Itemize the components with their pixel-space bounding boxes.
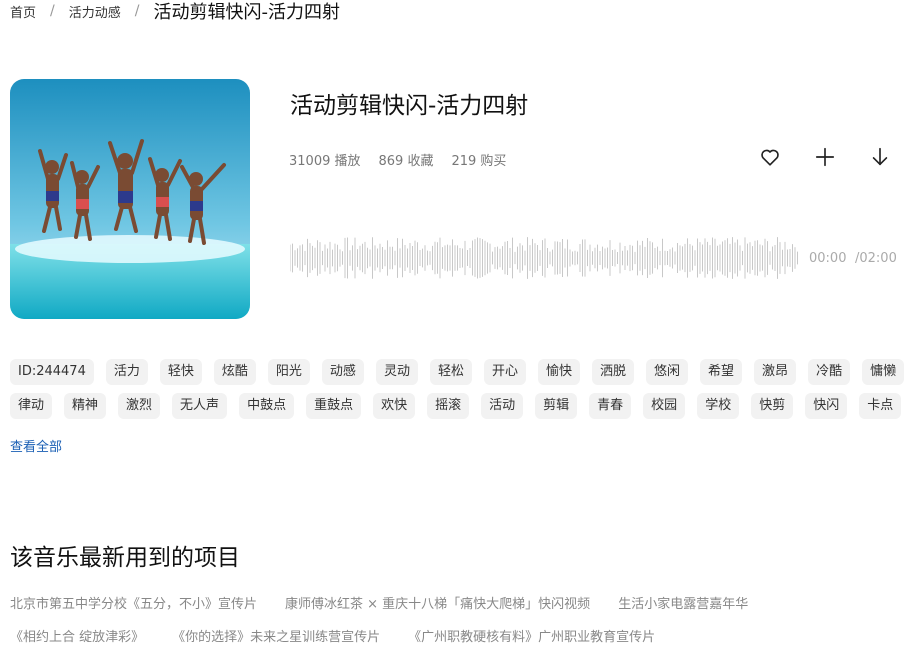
tag-chip[interactable]: 精神 [64,393,107,419]
total-time: /02:00 [855,251,897,266]
tag-chip[interactable]: 欢快 [373,393,416,419]
project-link[interactable]: 康师傅冰红茶 × 重庆十八梯「痛快大爬梯」快闪视频 [285,596,590,614]
project-list: 北京市第五中学分校《五分，不小》宣传片 康师傅冰红茶 × 重庆十八梯「痛快大爬梯」… [10,596,910,647]
project-link[interactable]: 生活小家电露营嘉年华 [618,596,748,614]
project-link[interactable]: 《相约上合 绽放津彩》 [10,629,144,647]
tag-chip[interactable]: 悠闲 [646,359,689,385]
tag-chip[interactable]: 阳光 [267,359,310,385]
download-arrow-icon [872,147,888,166]
track-actions [758,145,892,169]
plus-icon [815,147,835,167]
tag-chip[interactable]: 冷酷 [808,359,851,385]
tag-chip[interactable]: 快闪 [805,393,848,419]
play-count: 31009 播放 [289,154,361,169]
project-link[interactable]: 《广州职教硬核有料》广州职业教育宣传片 [408,629,655,647]
project-link[interactable]: 《你的选择》未来之星训练营宣传片 [172,629,380,647]
tag-chip[interactable]: 青春 [589,393,632,419]
tag-chip[interactable]: 炫酷 [213,359,256,385]
tag-chip[interactable]: 快剪 [751,393,794,419]
tag-chip[interactable]: 无人声 [172,393,228,419]
breadcrumb-home[interactable]: 首页 [10,2,36,21]
breadcrumb: 首页 / 活力动感 / 活动剪辑快闪-活力四射 [10,0,340,23]
tag-chip[interactable]: 轻松 [429,359,472,385]
tag-chip[interactable]: 律动 [10,393,53,419]
cover-image [10,79,250,319]
tag-chip[interactable]: 轻快 [159,359,202,385]
tag-list: ID:244474 活力 轻快 炫酷 阳光 动感 灵动 轻松 开心 愉快 洒脱 悠闲 希望 激昂 冷酷 慵懒律… [10,359,910,419]
tag-chip[interactable]: 中鼓点 [239,393,295,419]
tag-chip[interactable]: 剪辑 [535,393,578,419]
favorite-count: 869 收藏 [378,154,434,169]
tag-chip[interactable]: 灵动 [375,359,418,385]
tag-chip[interactable]: 校园 [643,393,686,419]
breadcrumb-current: 活动剪辑快闪-活力四射 [153,2,340,23]
like-button[interactable] [758,145,782,169]
breadcrumb-separator: / [50,3,55,19]
track-title: 活动剪辑快闪-活力四射 [290,93,529,119]
tag-chip[interactable]: 开心 [483,359,526,385]
purchase-count: 219 购买 [451,154,507,169]
track-stats: 31009 播放 869 收藏 219 购买 [289,150,506,169]
download-button[interactable] [868,145,892,169]
tag-chip[interactable]: 卡点 [859,393,902,419]
breadcrumb-category[interactable]: 活力动感 [69,2,121,21]
tag-chip[interactable]: 活动 [481,393,524,419]
projects-section-title: 该音乐最新用到的项目 [10,545,240,571]
tag-chip[interactable]: 学校 [697,393,740,419]
tag-chip[interactable]: 活力 [105,359,148,385]
tag-chip[interactable]: 激烈 [118,393,161,419]
audio-waveform[interactable] [290,236,800,280]
current-time: 00:00 [809,251,847,266]
tag-chip[interactable]: 动感 [321,359,364,385]
tag-chip[interactable]: 希望 [700,359,743,385]
tag-chip[interactable]: 激昂 [754,359,797,385]
add-to-collection-button[interactable] [813,145,837,169]
project-link[interactable]: 北京市第五中学分校《五分，不小》宣传片 [10,596,257,614]
heart-icon [761,149,779,166]
tag-chip[interactable]: 慵懒 [862,359,905,385]
tag-chip[interactable]: 摇滚 [427,393,470,419]
tag-chip[interactable]: 重鼓点 [306,393,362,419]
tag-chip[interactable]: ID:244474 [10,359,94,385]
tag-chip[interactable]: 愉快 [537,359,580,385]
view-all-link[interactable]: 查看全部 [10,436,62,455]
breadcrumb-separator: / [134,3,140,19]
tag-chip[interactable]: 洒脱 [592,359,635,385]
